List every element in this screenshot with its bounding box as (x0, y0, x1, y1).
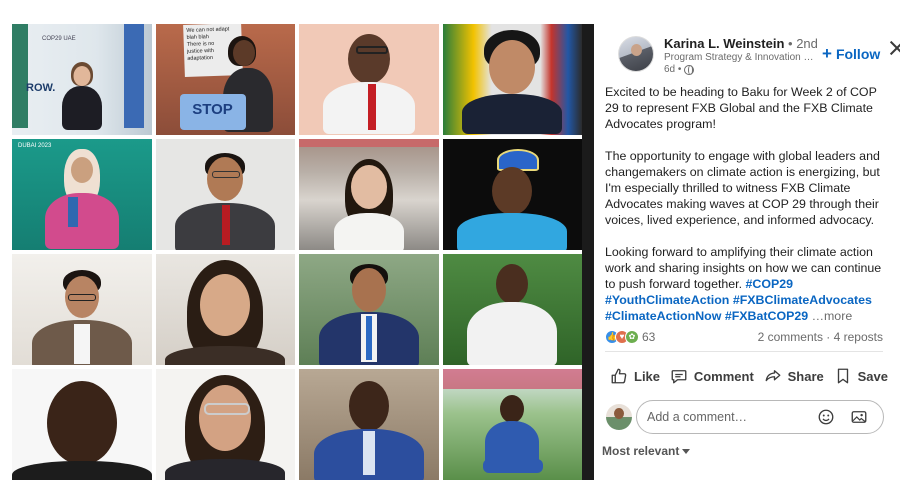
post-panel: Karina L. Weinstein • 2nd Program Strate… (594, 24, 900, 480)
save-label: Save (857, 368, 888, 384)
share-button[interactable]: Share (760, 362, 828, 390)
reactions-summary[interactable]: 👍 ♥ ✿ 63 (605, 330, 655, 344)
photo-man-blue-cap (442, 139, 582, 250)
author-headline: Program Strategy & Innovation D... (664, 52, 819, 63)
hashtag-link[interactable]: #ClimateActionNow (605, 309, 721, 323)
post-paragraph-1: Excited to be heading to Baku for Week 2… (605, 85, 877, 131)
author-name-line: Karina L. Weinstein • 2nd (664, 36, 818, 51)
photo-caption-cop: COP29 UAE (42, 36, 76, 42)
photo-woman-hijab-pink: DUBAI 2023 (12, 139, 152, 250)
stop-sign: STOP (179, 94, 246, 130)
emoji-icon[interactable] (817, 408, 835, 426)
comment-input[interactable] (636, 400, 884, 434)
photo-caption-row: ROW. (26, 82, 56, 94)
post-time: 6d • (664, 64, 695, 75)
photo-young-man-suit (155, 139, 295, 250)
hashtag-link[interactable]: #YouthClimateAction (605, 293, 729, 307)
photo-caption-dubai: DUBAI 2023 (18, 143, 52, 149)
photo-man-white-shirt (442, 254, 582, 365)
share-arrow-icon (765, 370, 781, 382)
thumbs-up-icon (611, 368, 627, 384)
reaction-count: 63 (642, 330, 656, 344)
photo-woman-long-hair (155, 254, 295, 365)
post-text: Excited to be heading to Baku for Week 2… (605, 84, 889, 340)
author-name[interactable]: Karina L. Weinstein (664, 36, 784, 51)
comment-label: Comment (693, 368, 754, 384)
media-scroll-strip (582, 24, 594, 480)
action-bar: Like Comment Share Save (606, 362, 892, 390)
photo-cop-stage-woman: COP29 UAE ROW. (12, 24, 152, 135)
photo-grid: COP29 UAE ROW. We can not adapt blah bla… (12, 24, 582, 480)
photo-man-navy-suit (299, 254, 439, 365)
sort-label: Most relevant (602, 444, 680, 458)
globe-icon (684, 64, 695, 75)
share-label: Share (787, 368, 824, 384)
photo-man-colorful-backdrop (442, 24, 582, 135)
hashtag-link[interactable]: #FXBClimateAdvocates (733, 293, 872, 307)
divider (605, 351, 883, 352)
current-user-avatar (606, 404, 632, 430)
social-counts: 👍 ♥ ✿ 63 2 comments · 4 reposts (605, 330, 883, 346)
like-button[interactable]: Like (606, 362, 664, 390)
comment-icon (671, 370, 687, 384)
support-icon: ✿ (625, 330, 639, 344)
photo-man-seated-garden (442, 369, 582, 480)
post-paragraph-2: The opportunity to engage with global le… (605, 149, 880, 227)
plus-icon: + (822, 44, 832, 63)
comment-sort-dropdown[interactable]: Most relevant (602, 444, 691, 458)
save-button[interactable]: Save (830, 362, 892, 390)
photo-woman-steps (299, 139, 439, 250)
caret-down-icon (682, 448, 691, 454)
photo-woman-glasses (155, 369, 295, 480)
follow-label: Follow (835, 46, 881, 62)
connection-degree: • 2nd (788, 36, 818, 51)
photo-man-portrait (12, 369, 152, 480)
see-more-link[interactable]: …more (812, 309, 853, 323)
comments-reposts-count[interactable]: 2 comments · 4 reposts (758, 330, 883, 344)
photo-man-glasses-blazer (12, 254, 152, 365)
post-header: Karina L. Weinstein • 2nd Program Strate… (606, 24, 888, 82)
like-label: Like (634, 368, 661, 384)
image-icon[interactable] (850, 408, 868, 426)
photo-protest-sign-woman: We can not adapt blah blah There is no j… (155, 24, 295, 135)
author-avatar[interactable] (618, 36, 654, 72)
comment-composer (606, 400, 892, 434)
post-paragraph-3-text: Looking forward to amplifying their clim… (605, 245, 882, 291)
post-paragraph-3: Looking forward to amplifying their clim… (605, 244, 889, 324)
hashtag-link[interactable]: #FXBatCOP29 (725, 309, 808, 323)
photo-man-red-tie (299, 24, 439, 135)
bookmark-icon (837, 368, 848, 384)
photo-man-blue-suit (299, 369, 439, 480)
close-icon[interactable] (888, 39, 900, 57)
post-image[interactable]: COP29 UAE ROW. We can not adapt blah bla… (12, 24, 594, 480)
post-time-text: 6d • (664, 64, 682, 75)
hashtag-link[interactable]: #COP29 (746, 277, 794, 291)
comment-button[interactable]: Comment (666, 362, 758, 390)
follow-button[interactable]: + Follow (822, 44, 881, 63)
